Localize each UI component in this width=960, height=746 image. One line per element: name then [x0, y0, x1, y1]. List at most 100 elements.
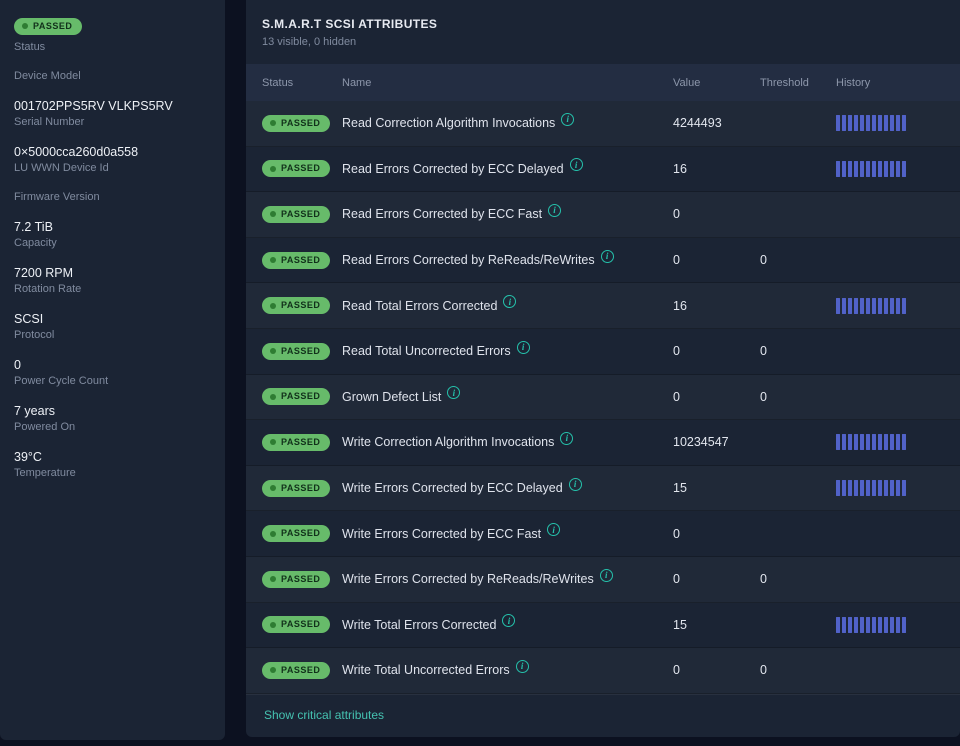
history-bar: [896, 297, 900, 314]
device-attribute-value: SCSI: [14, 311, 44, 326]
column-header-history: History: [836, 76, 871, 89]
device-attribute-label: Powered On: [14, 420, 76, 433]
attribute-row[interactable]: PASSED Write Correction Algorithm Invocat…: [246, 420, 960, 466]
attribute-row[interactable]: PASSED Write Total Uncorrected Errors i 0 0: [246, 648, 960, 694]
show-critical-attributes-link[interactable]: Show critical attributes: [264, 708, 384, 722]
attribute-status-cell: PASSED: [262, 525, 342, 543]
info-icon[interactable]: i: [600, 249, 614, 263]
attribute-row[interactable]: PASSED Write Errors Corrected by ECC Dela…: [246, 466, 960, 512]
attribute-threshold: 0: [760, 572, 767, 587]
status-dot-icon: [270, 302, 276, 309]
status-badge-label: PASSED: [281, 573, 321, 584]
attribute-name-cell: Read Total Errors Corrected i: [342, 295, 673, 313]
device-attribute-label: Firmware Version: [14, 190, 100, 203]
attribute-threshold: 0: [760, 663, 767, 678]
attribute-row[interactable]: PASSED Read Total Errors Corrected i 16: [246, 283, 960, 329]
history-bar: [842, 160, 846, 177]
info-icon[interactable]: i: [516, 340, 530, 354]
attribute-row[interactable]: PASSED Write Total Errors Corrected i 15: [246, 603, 960, 649]
history-bar: [872, 480, 876, 497]
info-icon[interactable]: i: [599, 568, 613, 582]
status-badge-label: PASSED: [281, 254, 321, 265]
status-badge-label: PASSED: [281, 391, 321, 402]
attribute-row[interactable]: PASSED Grown Defect List i 0 0: [246, 375, 960, 421]
attribute-value: 0: [673, 663, 680, 678]
info-icon[interactable]: i: [561, 112, 575, 126]
attribute-row[interactable]: PASSED Write Errors Corrected by ReReads/…: [246, 557, 960, 603]
info-icon[interactable]: i: [560, 431, 574, 445]
device-attribute-label: Serial Number: [14, 115, 85, 128]
device-attribute: 39°C Temperature: [14, 450, 211, 479]
history-bar: [848, 480, 852, 497]
attribute-value: 15: [673, 617, 687, 632]
column-header-threshold: Threshold: [760, 76, 809, 89]
status-badge-label: PASSED: [281, 619, 321, 630]
history-bar: [884, 480, 888, 497]
status-dot-icon: [270, 485, 276, 492]
status-dot-icon: [270, 348, 276, 355]
history-bar: [872, 434, 876, 451]
attribute-name: Read Total Errors Corrected: [342, 298, 498, 313]
status-badge: PASSED: [262, 661, 331, 679]
attribute-history-sparkline: [836, 115, 944, 132]
device-attribute-label: Status: [14, 40, 46, 53]
info-icon[interactable]: i: [548, 203, 562, 217]
history-bar: [848, 115, 852, 132]
attribute-name-cell: Grown Defect List i: [342, 386, 673, 404]
history-bar: [860, 616, 864, 633]
history-bar: [854, 115, 858, 132]
attribute-row[interactable]: PASSED Read Errors Corrected by ReReads/R…: [246, 238, 960, 284]
history-bar: [884, 616, 888, 633]
attribute-row[interactable]: PASSED Read Total Uncorrected Errors i 0 0: [246, 329, 960, 375]
attribute-value: 0: [673, 526, 680, 541]
info-icon[interactable]: i: [568, 477, 582, 491]
history-bar: [902, 297, 906, 314]
attribute-row[interactable]: PASSED Read Errors Corrected by ECC Fast i…: [246, 192, 960, 238]
info-icon[interactable]: i: [447, 386, 461, 400]
status-dot-icon: [270, 439, 276, 446]
status-dot-icon: [270, 257, 276, 264]
history-bar: [860, 434, 864, 451]
attribute-name: Read Errors Corrected by ECC Delayed: [342, 161, 564, 176]
attribute-status-cell: PASSED: [262, 251, 342, 269]
history-bar: [860, 115, 864, 132]
history-bar: [902, 480, 906, 497]
device-attribute: 001702PPS5RV VLKPS5RV Serial Number: [14, 99, 211, 128]
attribute-status-cell: PASSED: [262, 160, 342, 178]
attribute-name-cell: Write Total Errors Corrected i: [342, 614, 673, 632]
history-bar: [872, 616, 876, 633]
device-attribute-label: Protocol: [14, 328, 55, 341]
status-badge-label: PASSED: [281, 528, 321, 539]
attribute-value: 0: [673, 253, 680, 268]
history-bar: [836, 115, 840, 132]
info-icon[interactable]: i: [547, 523, 561, 537]
info-icon[interactable]: i: [503, 295, 517, 309]
info-icon[interactable]: i: [569, 158, 583, 172]
history-bar: [890, 115, 894, 132]
history-bar: [884, 297, 888, 314]
table-header-row: Status Name Value Threshold History: [246, 64, 960, 101]
status-badge-label: PASSED: [281, 117, 321, 128]
attribute-value: 15: [673, 481, 687, 496]
info-icon[interactable]: i: [515, 659, 529, 673]
history-bar: [878, 434, 882, 451]
history-bar: [866, 616, 870, 633]
device-attribute-value: 001702PPS5RV VLKPS5RV: [14, 98, 173, 113]
attribute-status-cell: PASSED: [262, 479, 342, 497]
attribute-name: Grown Defect List: [342, 389, 442, 404]
attribute-name: Read Errors Corrected by ECC Fast: [342, 207, 543, 222]
device-attribute-value: 39°C: [14, 449, 42, 464]
attribute-name-cell: Read Errors Corrected by ECC Delayed i: [342, 158, 673, 176]
status-badge-label: PASSED: [281, 163, 321, 174]
attribute-name: Write Total Uncorrected Errors: [342, 663, 510, 678]
history-bar: [902, 434, 906, 451]
history-bar: [866, 297, 870, 314]
device-attribute-value: 7 years: [14, 403, 55, 418]
attribute-row[interactable]: PASSED Read Errors Corrected by ECC Delay…: [246, 147, 960, 193]
history-bar: [896, 434, 900, 451]
history-bar: [848, 434, 852, 451]
info-icon[interactable]: i: [502, 614, 516, 628]
attribute-row[interactable]: PASSED Write Errors Corrected by ECC Fast…: [246, 511, 960, 557]
attribute-row[interactable]: PASSED Read Correction Algorithm Invocati…: [246, 101, 960, 147]
attribute-name-cell: Read Errors Corrected by ECC Fast i: [342, 203, 673, 222]
